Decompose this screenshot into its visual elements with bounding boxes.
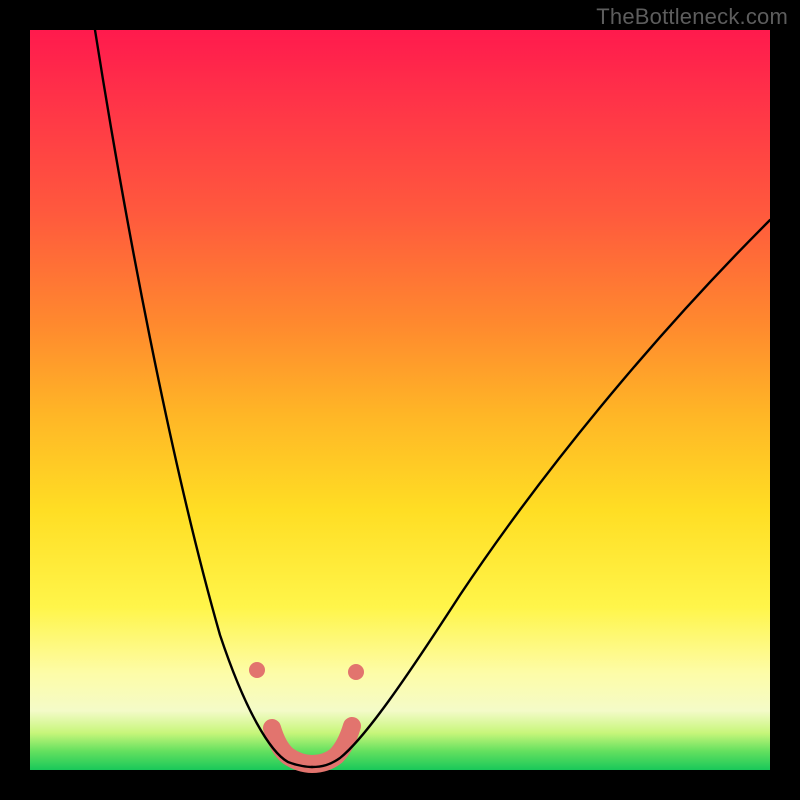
curve-left — [95, 30, 312, 767]
curve-right — [312, 220, 770, 767]
chart-frame: TheBottleneck.com — [0, 0, 800, 800]
highlight-dot-left — [249, 662, 265, 678]
bottleneck-curve — [30, 30, 770, 770]
plot-area — [30, 30, 770, 770]
watermark-text: TheBottleneck.com — [596, 4, 788, 30]
highlight-dot-right — [348, 664, 364, 680]
